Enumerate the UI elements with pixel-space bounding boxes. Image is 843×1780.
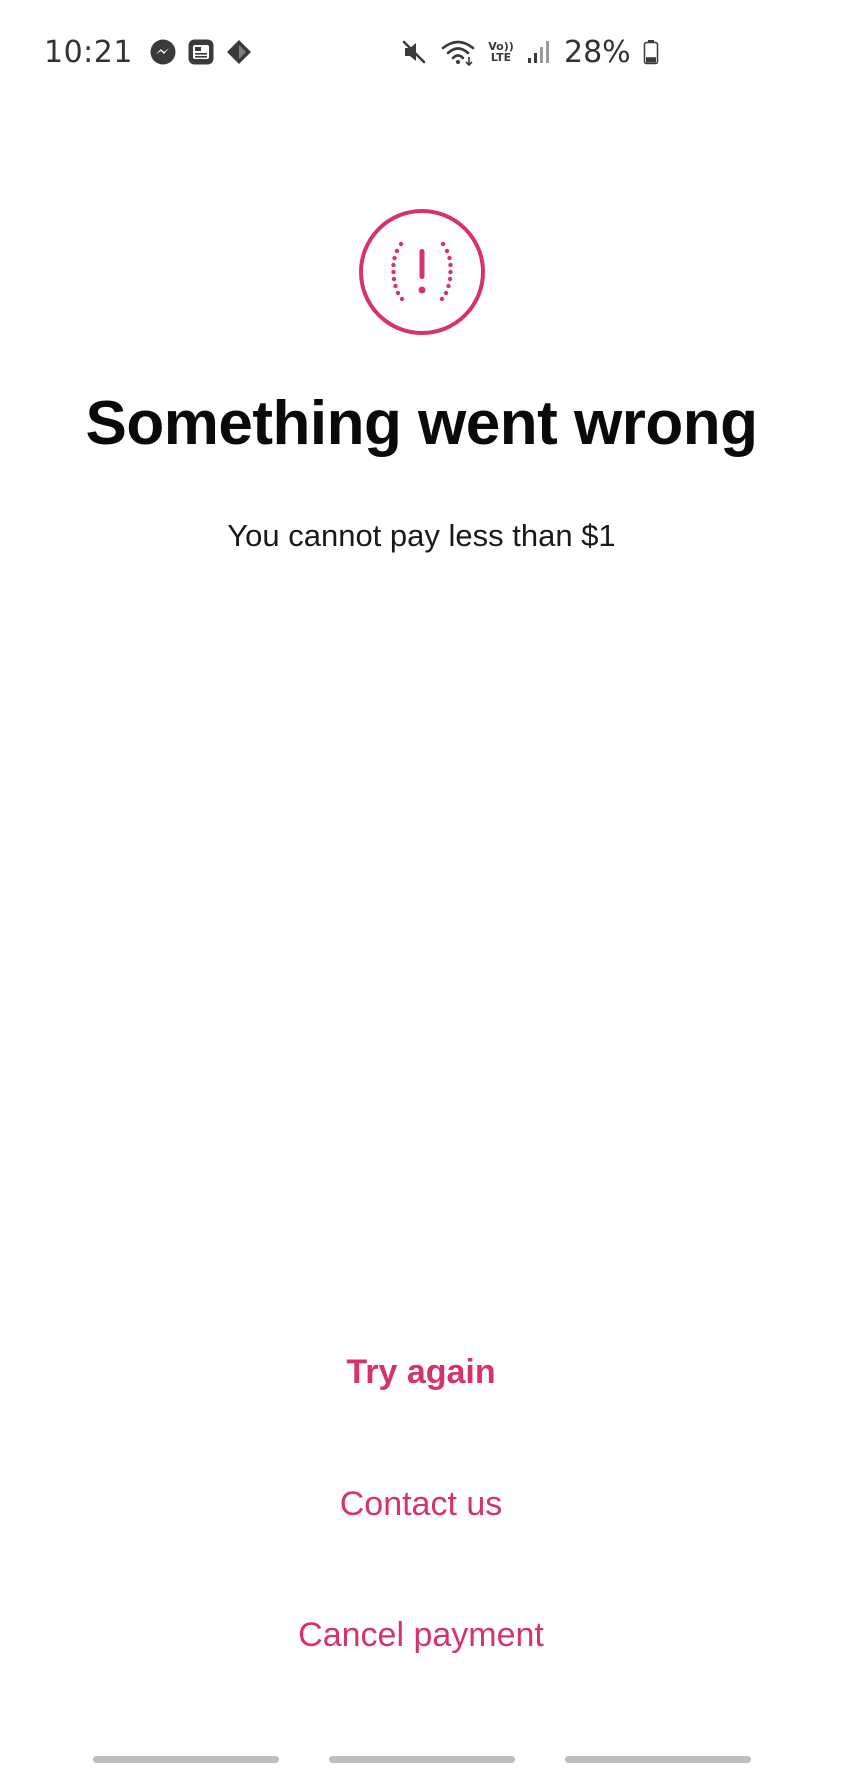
try-again-button[interactable]: Try again xyxy=(221,1340,621,1404)
signal-icon xyxy=(526,38,552,66)
contact-us-button[interactable]: Contact us xyxy=(221,1472,621,1536)
cancel-payment-button[interactable]: Cancel payment xyxy=(221,1603,621,1667)
alert-circle-icon xyxy=(357,207,487,337)
status-bar-left: 10:21 xyxy=(44,30,253,74)
status-bar: 10:21 Vo)) LTE 28% xyxy=(0,0,843,100)
nav-recents-handle[interactable] xyxy=(93,1756,279,1763)
news-icon xyxy=(187,38,215,66)
navigation-bar xyxy=(0,1756,843,1766)
volte-label-bottom: LTE xyxy=(490,51,512,64)
diamond-icon xyxy=(225,38,253,66)
nav-back-handle[interactable] xyxy=(565,1756,751,1763)
mute-icon xyxy=(400,38,428,66)
error-message: You cannot pay less than $1 xyxy=(227,518,616,553)
error-title: Something went wrong xyxy=(85,389,758,458)
nav-home-handle[interactable] xyxy=(329,1756,515,1763)
battery-percent: 28% xyxy=(564,34,631,70)
wifi-icon xyxy=(440,38,476,66)
volte-icon: Vo)) LTE xyxy=(488,41,514,63)
status-time: 10:21 xyxy=(44,34,133,70)
status-bar-right: Vo)) LTE 28% xyxy=(400,30,659,74)
messenger-icon xyxy=(149,38,177,66)
battery-icon xyxy=(643,38,659,66)
